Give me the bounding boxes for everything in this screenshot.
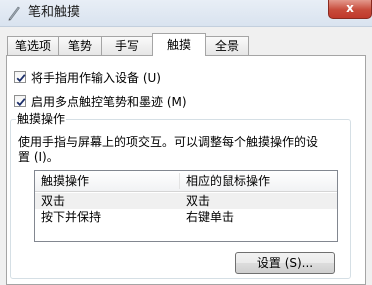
tab-flicks[interactable]: 笔势 bbox=[58, 36, 102, 55]
checkmark-icon bbox=[16, 74, 26, 83]
row-touch-action: 按下并保持 bbox=[41, 210, 102, 224]
window-title: 笔和触摸 bbox=[28, 5, 81, 20]
touch-actions-description: 使用手指与屏幕上的项交互。可以调整每个触摸操作的设置 (I)。 bbox=[18, 135, 319, 164]
tab-strip: 笔选项 笔势 手写 触摸 全景 bbox=[0, 33, 372, 56]
column-header-mouse-action[interactable]: 相应的鼠标操作 bbox=[180, 171, 337, 191]
list-header: 触摸操作 相应的鼠标操作 bbox=[35, 171, 337, 192]
multitouch-checkbox[interactable] bbox=[14, 95, 26, 107]
tab-pen-options[interactable]: 笔选项 bbox=[7, 36, 59, 55]
tab-panning[interactable]: 全景 bbox=[205, 36, 249, 55]
pen-touch-dialog: 笔和触摸 x 笔选项 笔势 手写 触摸 全景 将手指用作输入设备 (U) 启用多… bbox=[0, 0, 372, 285]
pen-icon bbox=[6, 5, 22, 21]
use-finger-label: 将手指用作输入设备 (U) bbox=[31, 71, 161, 85]
column-header-touch-action[interactable]: 触摸操作 bbox=[35, 171, 179, 191]
row-mouse-action: 右键单击 bbox=[186, 210, 235, 224]
row-touch-action: 双击 bbox=[41, 194, 66, 208]
touch-actions-group-title: 触摸操作 bbox=[16, 112, 67, 126]
checkmark-icon bbox=[16, 98, 26, 107]
close-button[interactable]: x bbox=[328, 0, 372, 19]
tab-handwriting[interactable]: 手写 bbox=[101, 36, 153, 55]
multitouch-label: 启用多点触控笔势和墨迹 (M) bbox=[31, 95, 187, 109]
row-mouse-action: 双击 bbox=[186, 194, 211, 208]
use-finger-checkbox[interactable] bbox=[14, 71, 26, 83]
settings-button[interactable]: 设置 (S)... bbox=[235, 252, 335, 274]
tab-touch[interactable]: 触摸 bbox=[152, 33, 206, 56]
list-row-press-and-hold[interactable]: 按下并保持 右键单击 bbox=[35, 209, 337, 225]
list-row-double-tap[interactable]: 双击 双击 bbox=[35, 193, 337, 209]
title-bar[interactable]: 笔和触摸 x bbox=[0, 0, 372, 27]
touch-actions-list[interactable]: 触摸操作 相应的鼠标操作 双击 双击 按下并保持 右键单击 bbox=[34, 170, 338, 242]
